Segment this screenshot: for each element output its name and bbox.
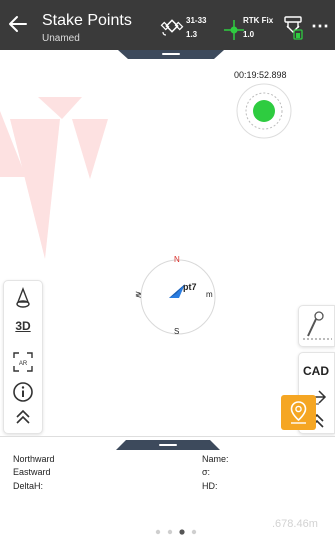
survey-pole-icon: [303, 311, 332, 340]
stake-location-button[interactable]: [281, 395, 316, 430]
sigma-label: σ:: [202, 467, 211, 477]
northward-label: Northward: [13, 454, 55, 464]
pole-tool-button[interactable]: [298, 305, 335, 347]
ar-scan-icon: AR: [13, 352, 33, 372]
location-pin-icon: [290, 401, 307, 424]
rtk-crosshair-icon[interactable]: [223, 19, 245, 41]
page-indicator[interactable]: [153, 528, 203, 535]
page-subtitle: Unamed: [42, 33, 80, 44]
left-toolbar: 3D AR: [3, 280, 43, 434]
info-button[interactable]: [4, 381, 42, 405]
compass-south-label: S: [174, 327, 180, 336]
position-target-icon[interactable]: [235, 82, 293, 140]
rtk-status: RTK Fix: [243, 16, 274, 25]
distance-readout: .678.46m: [272, 518, 318, 530]
satellite-count: 31-33: [186, 16, 207, 25]
compass-west-label: ≷: [135, 290, 142, 299]
hd-label: HD:: [202, 481, 218, 491]
panel-pull-handle[interactable]: [116, 440, 220, 450]
info-icon: [13, 382, 33, 402]
map-pull-handle[interactable]: [118, 50, 224, 59]
rtk-value: 1.0: [243, 30, 255, 39]
cone-layers-icon: [16, 287, 30, 308]
back-arrow-icon[interactable]: [6, 12, 30, 36]
3d-view-button[interactable]: 3D: [4, 319, 42, 343]
cad-button[interactable]: CAD: [303, 364, 329, 378]
ar-view-button[interactable]: AR: [4, 351, 42, 375]
layer-toggle-button[interactable]: [4, 287, 42, 311]
top-bar: Stake Points Unamed 31-33 1.3 RTK Fix 1.…: [0, 0, 335, 50]
3d-view-label: 3D: [15, 319, 31, 333]
satellite-value: 1.3: [186, 30, 198, 39]
more-options-icon[interactable]: ⋯: [311, 16, 330, 37]
eastward-label: Eastward: [13, 467, 51, 477]
left-expand-button[interactable]: [4, 407, 42, 431]
compass-east-label: m: [206, 290, 213, 299]
page-title: Stake Points: [42, 12, 132, 29]
delta-h-label: DeltaH:: [13, 481, 44, 491]
name-label: Name:: [202, 454, 229, 464]
elapsed-timer: 00:19:52.898: [234, 70, 287, 80]
compass-north-label: N: [174, 255, 180, 264]
svg-text:AR: AR: [19, 361, 28, 367]
brand-watermark-logo: [0, 97, 108, 259]
double-chevron-up-icon: [16, 409, 30, 424]
satellite-icon[interactable]: [160, 14, 184, 38]
point-label: pt7: [183, 282, 197, 292]
receiver-device-icon[interactable]: [281, 14, 305, 40]
